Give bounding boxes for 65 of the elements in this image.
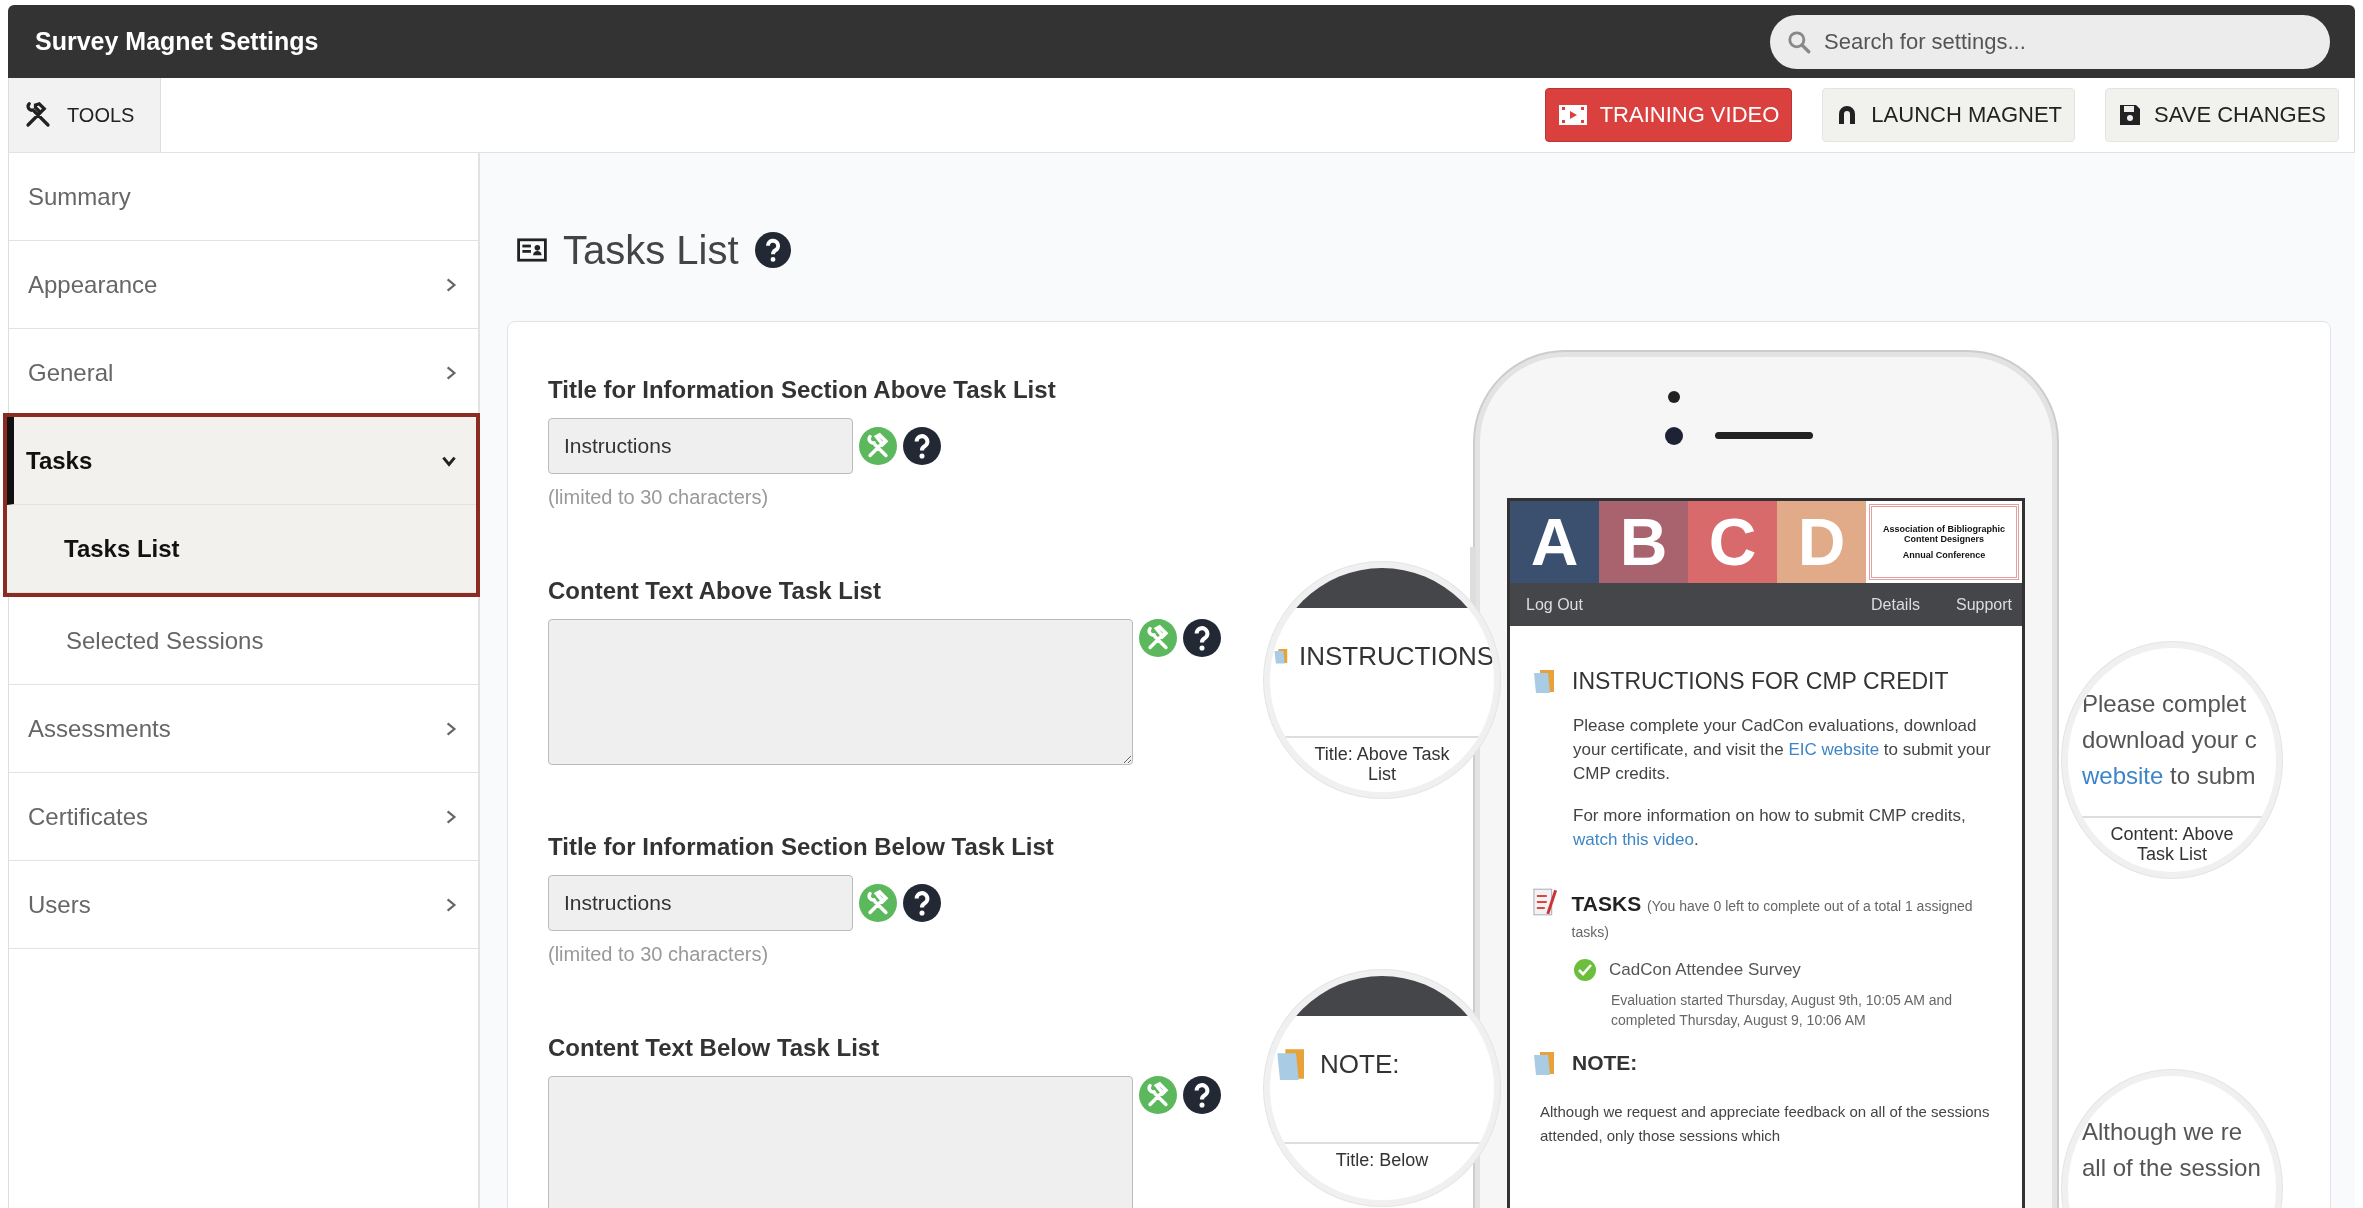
sidebar-item[interactable]: Appearance (9, 241, 478, 329)
logo-text: Annual Conference (1902, 550, 1986, 560)
tools-icon[interactable] (859, 884, 897, 922)
logo-letter-tile: A (1510, 501, 1599, 583)
field-hint: (limited to 30 characters) (548, 943, 770, 966)
logo-letter-tile: B (1599, 501, 1688, 583)
page-title: Tasks List (563, 227, 739, 273)
field-label: Title for Information Section Below Task List (548, 833, 1055, 861)
callout-text: download your c (2082, 725, 2258, 755)
nav-link[interactable]: Log Out (1526, 595, 1583, 614)
sidebar-item[interactable]: Tasks (7, 417, 476, 505)
sidebar-subitem[interactable]: Tasks List (7, 505, 476, 593)
help-icon[interactable] (754, 232, 791, 268)
callout-title: NOTE: (1320, 1048, 1400, 1080)
tools-icon[interactable] (859, 427, 897, 465)
sidebar-item[interactable]: Users (9, 861, 478, 949)
help-icon[interactable] (1183, 1076, 1221, 1114)
field-label: Title for Information Section Above Task List (548, 376, 1057, 404)
callout-text: website to subm (2082, 761, 2257, 791)
text-link[interactable]: EIC website (1788, 740, 1880, 759)
logo-text: Association of Bibliographic Content Designers (1882, 524, 2006, 544)
text-link[interactable]: watch this video (1573, 830, 1694, 849)
film-icon (1557, 104, 1588, 126)
search-icon (1786, 28, 1812, 55)
callout-caption: Content: Above Task List (2068, 816, 2276, 864)
callout-text: Although we re (2082, 1117, 2244, 1147)
sidebar-item[interactable]: Summary (9, 153, 478, 241)
field-label: Content Text Above Task List (548, 577, 882, 605)
sidebar-item[interactable]: Certificates (9, 773, 478, 861)
field-label: Content Text Below Task List (548, 1034, 881, 1062)
tools-icon[interactable] (1139, 619, 1177, 657)
logo-letter-tile: C (1688, 501, 1777, 583)
training-video-button[interactable]: TRAINING VIDEO (1544, 88, 1793, 142)
nav-link[interactable]: Details (1871, 595, 1920, 614)
section-paragraph: Although we request and appreciate feedback on all of the sessions attended, only those sessions which (1540, 1102, 1991, 1146)
sidebar-subitem[interactable]: Selected Sessions (9, 597, 478, 685)
tools-tab[interactable]: TOOLS (9, 78, 162, 152)
search-field[interactable]: Search for settings... (1770, 14, 2330, 69)
section-title: INSTRUCTIONS FOR CMP CREDIT (1572, 667, 1949, 695)
section-title: NOTE: (1572, 1051, 1638, 1075)
tasks-heading: TASKS (You have 0 left to complete out of a total 1 assigned tasks) (1571, 891, 1974, 942)
section-paragraph: For more information on how to submit CMP credits, watch this video. (1573, 805, 1967, 851)
sidebar-item[interactable]: Assessments (9, 685, 478, 773)
window-title: Survey Magnet Settings (35, 27, 319, 56)
help-icon[interactable] (903, 427, 941, 465)
task-detail: Evaluation started Thursday, August 9th, 10:05 AM and completed Thursday, August 9, 10:06 AM (1611, 991, 1954, 1030)
nav-link[interactable]: Support (1955, 595, 2012, 614)
tools-icon[interactable] (1139, 1076, 1177, 1114)
callout-text: all of the session (2082, 1153, 2262, 1183)
text-input[interactable]: Instructions (548, 418, 853, 474)
callout-caption: Title: Above Task List (1270, 736, 1494, 784)
task-name: CadCon Attendee Survey (1609, 960, 1801, 980)
id-card-icon (517, 238, 547, 262)
help-icon[interactable] (903, 884, 941, 922)
help-icon[interactable] (1183, 619, 1221, 657)
text-link[interactable]: website (2082, 762, 2164, 789)
text-input[interactable]: Instructions (548, 875, 853, 931)
section-paragraph: Please complete your CadCon evaluations, download your certificate, and visit the EIC website to submit your CMP credits. (1573, 715, 1992, 785)
callout-text: Please complet (2082, 689, 2248, 719)
callout-caption: Title: Below (1270, 1142, 1494, 1170)
launch-button[interactable]: LAUNCH MAGNET (1822, 88, 2075, 142)
logo-letter-tile: D (1777, 501, 1866, 583)
callout-title: INSTRUCTIONS (1299, 640, 1494, 672)
field-hint: (limited to 30 characters) (548, 486, 770, 509)
save-button[interactable]: SAVE CHANGES (2105, 88, 2339, 142)
